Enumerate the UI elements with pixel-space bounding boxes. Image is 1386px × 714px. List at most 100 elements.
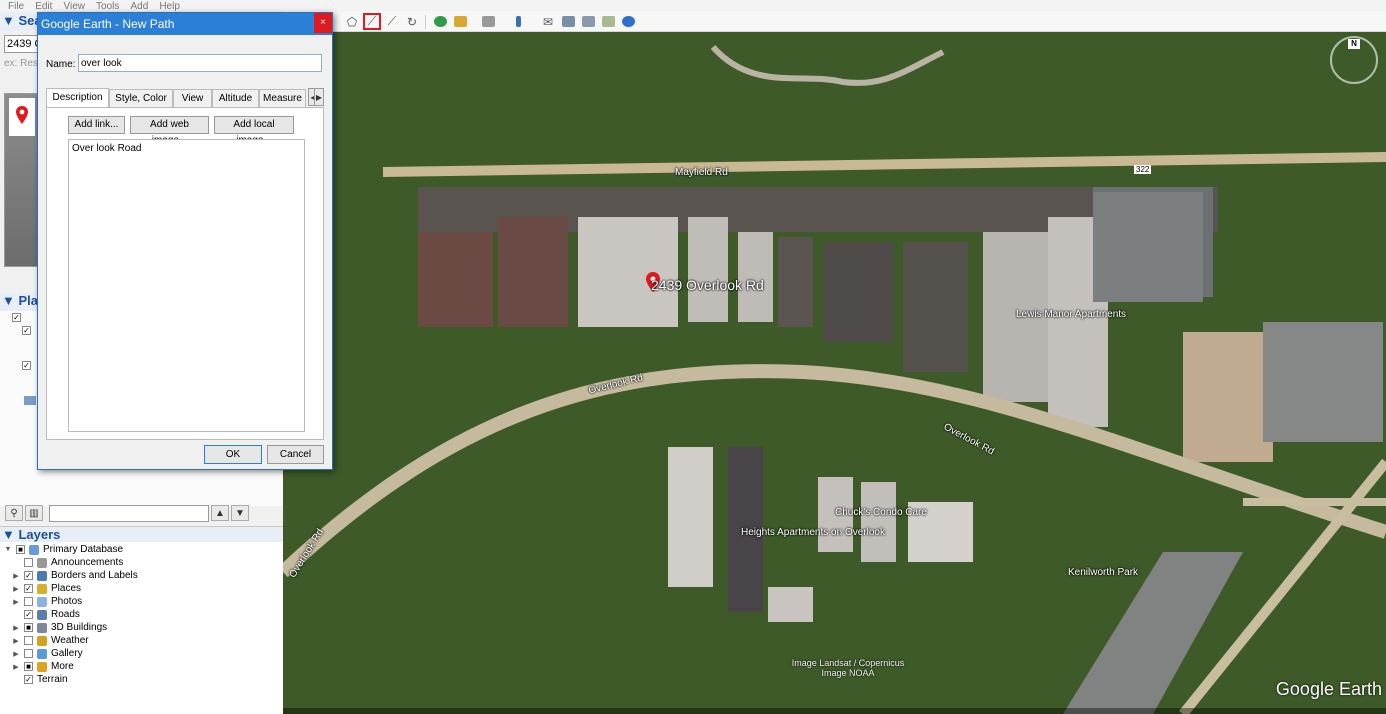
search-hint: ex: Rest [4,58,41,69]
tab-style-color[interactable]: Style, Color [109,89,173,107]
layers-tree: ▼ ■ Primary Database Announcements ▶ ✓ Borders… [0,542,283,714]
gallery-icon [37,648,47,659]
result-pin-box [9,98,35,136]
layer-row[interactable]: ▼ ■ Primary Database [4,543,124,556]
planets-icon[interactable] [479,13,497,30]
earth-icon[interactable] [619,13,637,30]
layer-row[interactable]: ▶ Gallery [12,647,82,660]
layer-label: Announcements [51,557,124,568]
add-local-image-button[interactable]: Add local image... [214,116,294,146]
record-tour-icon[interactable]: ↻ [403,13,421,30]
layer-label: Photos [51,596,83,607]
roads-icon [37,609,47,620]
layer-checkbox[interactable] [24,558,33,567]
layer-checkbox[interactable]: ✓ [24,675,33,684]
layer-checkbox[interactable]: ■ [24,623,33,632]
layer-label: Primary Database [43,544,124,555]
tab-measure[interactable]: Measure [259,89,306,107]
map-label-placemark: 2439 Overlook Rd [651,277,764,293]
layer-row[interactable]: ▶ ■ More [12,660,74,673]
places-checkbox[interactable]: ✓ [22,326,31,335]
expand-arrow-icon[interactable]: ▶ [12,663,20,671]
map-label-heights: Heights Apartments on Overlook [741,527,885,538]
places-checkbox[interactable]: ✓ [12,313,21,322]
view-in-maps-icon[interactable] [599,13,617,30]
layer-row[interactable]: ▶ ✓ Places [12,582,81,595]
move-down-icon[interactable]: ▼ [231,505,249,521]
flag-icon [37,570,47,581]
expand-arrow-icon[interactable]: ▶ [12,585,20,593]
layer-row[interactable]: ✓ Terrain [12,673,68,686]
add-link-button[interactable]: Add link... [68,116,125,134]
sidebar-toggle-icon[interactable]: ▥ [25,505,43,521]
expand-arrow-icon[interactable]: ▶ [12,650,20,658]
map-view[interactable]: N Mayfield Rd 322 2439 Overlook Rd Lewis… [283,32,1386,714]
layer-checkbox[interactable]: ■ [16,545,25,554]
search-icon[interactable]: ⚲ [5,505,23,521]
sunlight-icon[interactable] [451,13,469,30]
add-path-icon[interactable]: ⟋ [363,13,381,30]
toolbar: ⬠ ⟋ ⟋ ↻ ✉ [283,11,1386,32]
menu-add[interactable]: Add [130,2,148,12]
ruler-icon[interactable] [509,13,527,30]
search-result-thumbnail[interactable] [4,93,38,267]
email-icon[interactable]: ✉ [539,13,557,30]
tab-description[interactable]: Description [46,88,109,108]
menu-help[interactable]: Help [159,2,180,12]
layer-checkbox[interactable] [24,649,33,658]
map-label-chucks: Chuck's Condo Care [835,507,927,518]
expand-arrow-icon[interactable]: ▶ [12,624,20,632]
menu-tools[interactable]: Tools [96,2,119,12]
historical-imagery-icon[interactable] [431,13,449,30]
menu-file[interactable]: File [8,2,24,12]
tab-altitude[interactable]: Altitude [212,89,259,107]
attribution-line-2: Image NOAA [821,668,875,678]
layer-row[interactable]: ▶ Weather [12,634,88,647]
layer-label: Roads [51,609,80,620]
name-input[interactable]: over look [78,54,322,72]
envelope-icon [37,557,47,568]
layer-row[interactable]: ▶ ■ 3D Buildings [12,621,107,634]
layer-checkbox[interactable]: ✓ [24,571,33,580]
layer-label: More [51,661,74,672]
expand-arrow-icon[interactable]: ▶ [12,637,20,645]
expand-arrow-icon[interactable]: ▶ [12,572,20,580]
layer-row[interactable]: ✓ Roads [12,608,80,621]
toolbar-divider [425,15,426,29]
map-label-kenilworth: Kenilworth Park [1068,567,1139,578]
map-label-mayfield: Mayfield Rd [675,167,728,178]
layer-checkbox[interactable] [24,636,33,645]
expand-arrow-icon[interactable]: ▶ [12,598,20,606]
places-checkbox[interactable]: ✓ [22,361,31,370]
print-icon[interactable] [559,13,577,30]
menu-view[interactable]: View [63,2,85,12]
add-web-image-button[interactable]: Add web image... [130,116,209,146]
layer-checkbox[interactable]: ✓ [24,610,33,619]
tab-scroll-right-icon[interactable]: ▶ [314,88,324,106]
layer-checkbox[interactable] [24,597,33,606]
save-image-icon[interactable] [579,13,597,30]
layer-row[interactable]: ▶ Photos [12,595,82,608]
layers-panel-header[interactable]: ▼ Layers [0,526,283,542]
dialog-title: Google Earth - New Path [38,13,332,35]
close-icon[interactable]: × [314,13,332,33]
move-up-icon[interactable]: ▲ [211,505,229,521]
expand-arrow-icon[interactable]: ▼ [4,546,12,553]
navigation-compass[interactable]: N [1330,36,1378,84]
layer-checkbox[interactable]: ■ [24,662,33,671]
left-panel-toolbar: ⚲ ▥ ▲ ▼ [0,503,283,525]
layer-row[interactable]: ▶ ✓ Borders and Labels [12,569,137,582]
cancel-button[interactable]: Cancel [267,445,324,464]
layer-row[interactable]: Announcements [12,556,123,569]
add-overlay-icon[interactable]: ⟋ [383,13,401,30]
more-icon [37,661,47,672]
layers-header-label: Layers [18,527,61,542]
places-search-input[interactable] [49,505,209,522]
add-polygon-icon[interactable]: ⬠ [343,13,361,30]
menu-edit[interactable]: Edit [35,2,52,12]
ok-button[interactable]: OK [204,445,262,464]
description-textarea[interactable]: Over look Road [68,139,305,432]
layer-checkbox[interactable]: ✓ [24,584,33,593]
menu-bar: File Edit View Tools Add Help [0,0,1386,11]
tab-view[interactable]: View [173,89,212,107]
